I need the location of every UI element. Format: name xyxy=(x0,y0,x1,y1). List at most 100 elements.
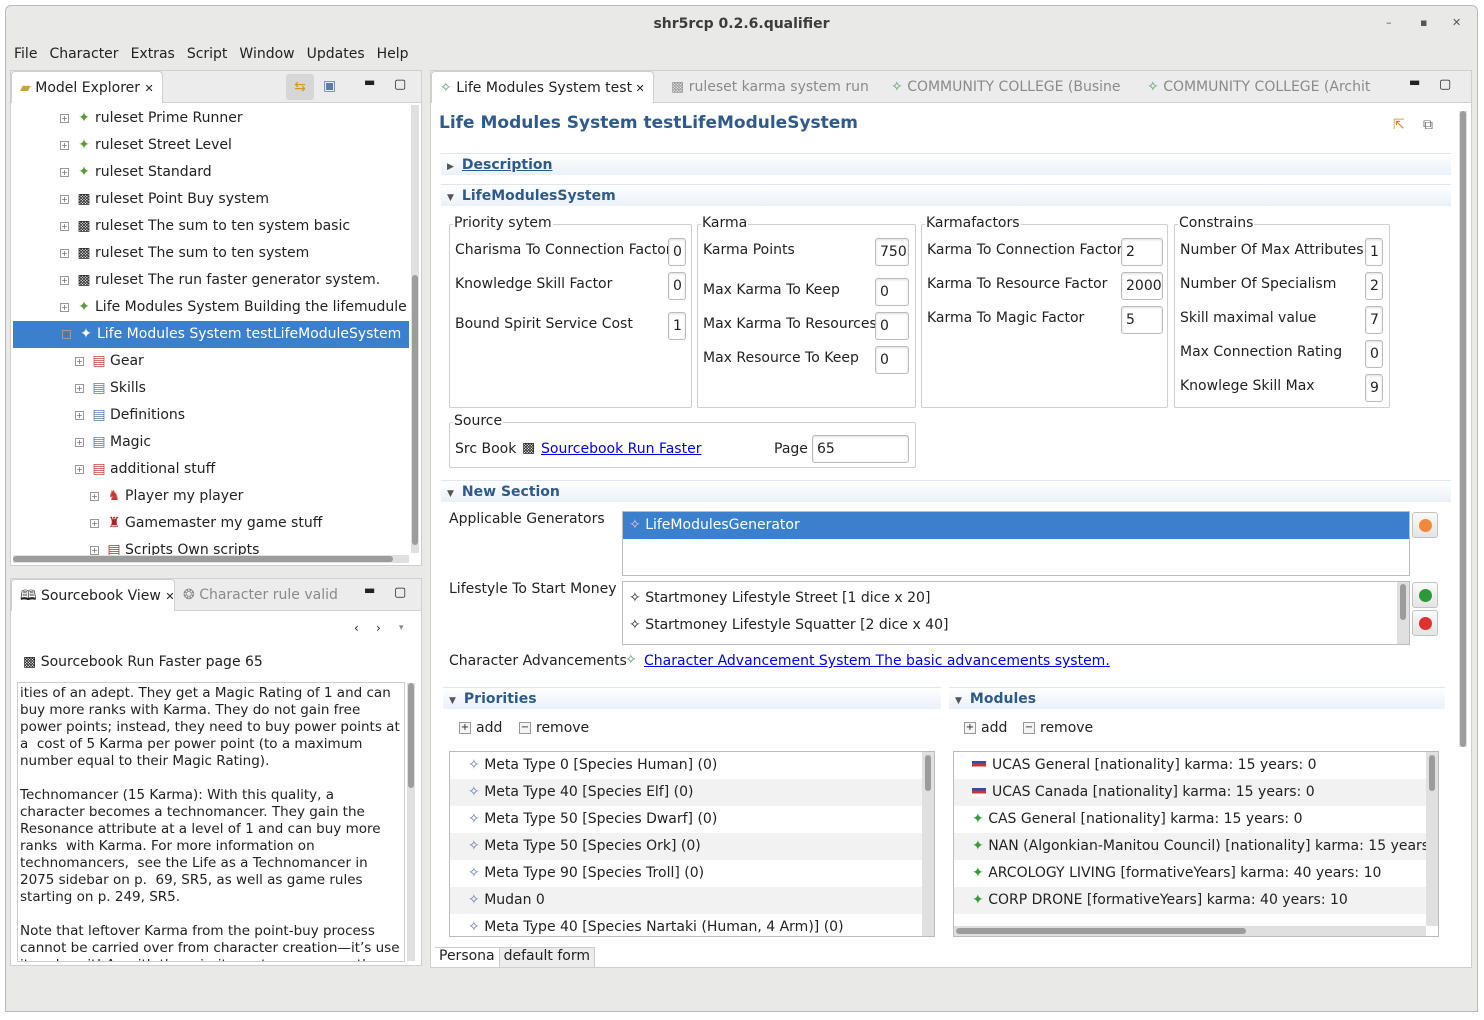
field-constrains-3[interactable]: 0 xyxy=(1365,340,1383,368)
list-item[interactable]: ✧ Meta Type 40 [Species Nartaki (Human, … xyxy=(450,914,934,936)
priorities-list[interactable]: ✧ Meta Type 0 [Species Human] (0) ✧ Meta … xyxy=(449,751,935,937)
list-item[interactable]: ✧ LifeModulesGenerator xyxy=(623,512,1409,539)
tree-item[interactable]: + ✦ ruleset Street Level xyxy=(60,132,232,159)
expand-icon[interactable]: + xyxy=(60,275,69,285)
tree-hscrollbar[interactable] xyxy=(13,555,409,563)
maximize-editor-icon[interactable]: ▢ xyxy=(1439,77,1451,92)
close-icon[interactable]: ✕ xyxy=(165,590,174,603)
close-button[interactable]: ✕ xyxy=(1452,16,1461,29)
tree-item[interactable]: + ▤ additional stuff xyxy=(75,456,215,483)
back-icon[interactable]: ‹ xyxy=(354,621,359,635)
list-item[interactable]: ✧ Mudan 0 xyxy=(450,887,934,914)
tree-item[interactable]: + ✦ Life Modules System testLifeModuleSyst… xyxy=(13,321,409,348)
minimize-editor-icon[interactable]: ▬ xyxy=(1409,75,1420,89)
menu-file[interactable]: File xyxy=(8,42,43,66)
generators-list[interactable]: ✧ LifeModulesGenerator xyxy=(622,511,1410,576)
menu-window[interactable]: Window xyxy=(233,42,300,66)
maximize-button[interactable]: ▪ xyxy=(1420,16,1427,29)
tree-item[interactable]: + ♞ Player my player xyxy=(90,483,243,510)
bottom-tab-1[interactable]: default form xyxy=(499,948,595,967)
tree-item[interactable]: + ▩ ruleset The sum to ten system basic xyxy=(60,213,350,240)
section-modules[interactable]: ▼ Modules xyxy=(949,687,1445,709)
minimize-button[interactable]: – xyxy=(1386,16,1392,29)
expand-icon[interactable]: + xyxy=(60,113,69,123)
list-item[interactable]: ✦ CAS General [nationality] karma: 15 ye… xyxy=(954,806,1426,833)
expand-icon[interactable]: + xyxy=(60,248,69,258)
copy-icon[interactable]: ⧉ xyxy=(1423,117,1433,133)
menu-script[interactable]: Script xyxy=(181,42,234,66)
expand-icon[interactable]: + xyxy=(60,221,69,231)
add-lifestyle-button[interactable] xyxy=(1412,582,1438,608)
field-karmafactors-0[interactable]: 2 xyxy=(1121,238,1163,266)
section-priorities[interactable]: ▼ Priorities xyxy=(443,687,941,709)
sourcebook-text[interactable]: ities of an adept. They get a Magic Rati… xyxy=(17,682,405,962)
minimize-view-icon[interactable]: ▬ xyxy=(364,583,375,597)
list-item[interactable]: ✧ Meta Type 90 [Species Troll] (0) xyxy=(450,860,934,887)
maximize-view-icon[interactable]: ▢ xyxy=(394,77,406,92)
forward-icon[interactable]: › xyxy=(376,621,381,635)
field-constrains-4[interactable]: 9 xyxy=(1365,374,1383,402)
export-icon[interactable]: ⇱ xyxy=(1393,117,1405,133)
tree-item[interactable]: + ▤ Skills xyxy=(75,375,146,402)
tree-item[interactable]: + ✦ ruleset Prime Runner xyxy=(60,105,243,132)
expand-icon[interactable]: + xyxy=(62,329,71,339)
menu-icon[interactable]: ▾ xyxy=(399,623,404,633)
field-constrains-0[interactable]: 1 xyxy=(1365,238,1383,266)
expand-icon[interactable]: + xyxy=(75,464,84,474)
generator-action-button[interactable] xyxy=(1412,512,1438,538)
minimize-view-icon[interactable]: ▬ xyxy=(364,75,375,89)
field-karma-3[interactable]: 0 xyxy=(875,346,909,374)
expand-icon[interactable]: + xyxy=(60,194,69,204)
expand-icon[interactable]: + xyxy=(75,383,84,393)
menu-extras[interactable]: Extras xyxy=(125,42,181,66)
field-priority-0[interactable]: 0 xyxy=(668,238,686,266)
tree-item[interactable]: + ▩ ruleset Point Buy system xyxy=(60,186,269,213)
list-item[interactable]: ✧ Meta Type 50 [Species Ork] (0) xyxy=(450,833,934,860)
field-karma-1[interactable]: 0 xyxy=(875,278,909,306)
expand-icon[interactable]: + xyxy=(90,518,99,528)
section-new[interactable]: ▼ New Section xyxy=(441,480,1451,502)
tab-editor-0[interactable]: ✧ Life Modules System test ✕ xyxy=(431,71,654,103)
menu-help[interactable]: Help xyxy=(371,42,415,66)
section-description[interactable]: ▶ Description xyxy=(441,153,1451,175)
field-karmafactors-1[interactable]: 2000 xyxy=(1121,272,1163,300)
section-lifemodulessystem[interactable]: ▼ LifeModulesSystem xyxy=(441,184,1451,206)
list-item[interactable]: ✦ ARCOLOGY LIVING [formativeYears] karma… xyxy=(954,860,1426,887)
tree-item[interactable]: + ▤ Definitions xyxy=(75,402,185,429)
remove-lifestyle-button[interactable] xyxy=(1412,610,1438,636)
expand-icon[interactable]: + xyxy=(60,302,69,312)
field-priority-2[interactable]: 1 xyxy=(668,312,686,340)
expand-icon[interactable]: + xyxy=(75,437,84,447)
close-icon[interactable]: ✕ xyxy=(632,82,645,95)
collapse-all-icon[interactable]: ▣ xyxy=(323,78,336,94)
close-icon[interactable]: ✕ xyxy=(144,82,153,95)
list-item[interactable]: ✧ Meta Type 50 [Species Dwarf] (0) xyxy=(450,806,934,833)
advancement-link[interactable]: Character Advancement System The basic a… xyxy=(644,653,1110,669)
tab-editor-1[interactable]: ▩ ruleset karma system run xyxy=(663,71,877,103)
menu-character[interactable]: Character xyxy=(43,42,124,66)
bottom-tab-0[interactable]: Persona xyxy=(435,948,500,967)
list-item[interactable]: ✧ Startmoney Lifestyle Squatter [2 dice … xyxy=(629,612,1403,639)
field-constrains-1[interactable]: 2 xyxy=(1365,272,1383,300)
maximize-view-icon[interactable]: ▢ xyxy=(394,585,406,600)
editor-vscrollbar[interactable] xyxy=(1459,111,1467,747)
tree-item[interactable]: + ♜ Gamemaster my game stuff xyxy=(90,510,322,537)
list-item[interactable]: ✦ CORP DRONE [formativeYears] karma: 40 … xyxy=(954,887,1426,914)
list-item[interactable]: ✧ Meta Type 40 [Species Elf] (0) xyxy=(450,779,934,806)
tab-editor-3[interactable]: ✧ COMMUNITY COLLEGE (Archit xyxy=(1139,71,1378,103)
expand-icon[interactable]: + xyxy=(75,410,84,420)
list-item[interactable]: UCAS Canada [nationality] karma: 15 year… xyxy=(954,779,1426,806)
expand-icon[interactable]: + xyxy=(75,356,84,366)
expand-icon[interactable]: + xyxy=(90,491,99,501)
lifestyle-list[interactable]: ✧ Startmoney Lifestyle Street [1 dice x … xyxy=(622,581,1410,645)
src-book-link[interactable]: Sourcebook Run Faster xyxy=(541,441,701,457)
tree-item[interactable]: + ▩ ruleset The sum to ten system xyxy=(60,240,309,267)
add-module-button[interactable]: + add xyxy=(964,720,1007,736)
expand-icon[interactable]: + xyxy=(60,167,69,177)
expand-icon[interactable]: + xyxy=(90,545,99,555)
link-editor-icon[interactable]: ⇆ xyxy=(286,74,314,100)
tab-sourcebook-view[interactable]: 🕮 Sourcebook View ✕ xyxy=(11,579,175,611)
field-karma-2[interactable]: 0 xyxy=(875,312,909,340)
page-field[interactable]: 65 xyxy=(812,435,909,463)
remove-priority-button[interactable]: − remove xyxy=(519,720,589,736)
